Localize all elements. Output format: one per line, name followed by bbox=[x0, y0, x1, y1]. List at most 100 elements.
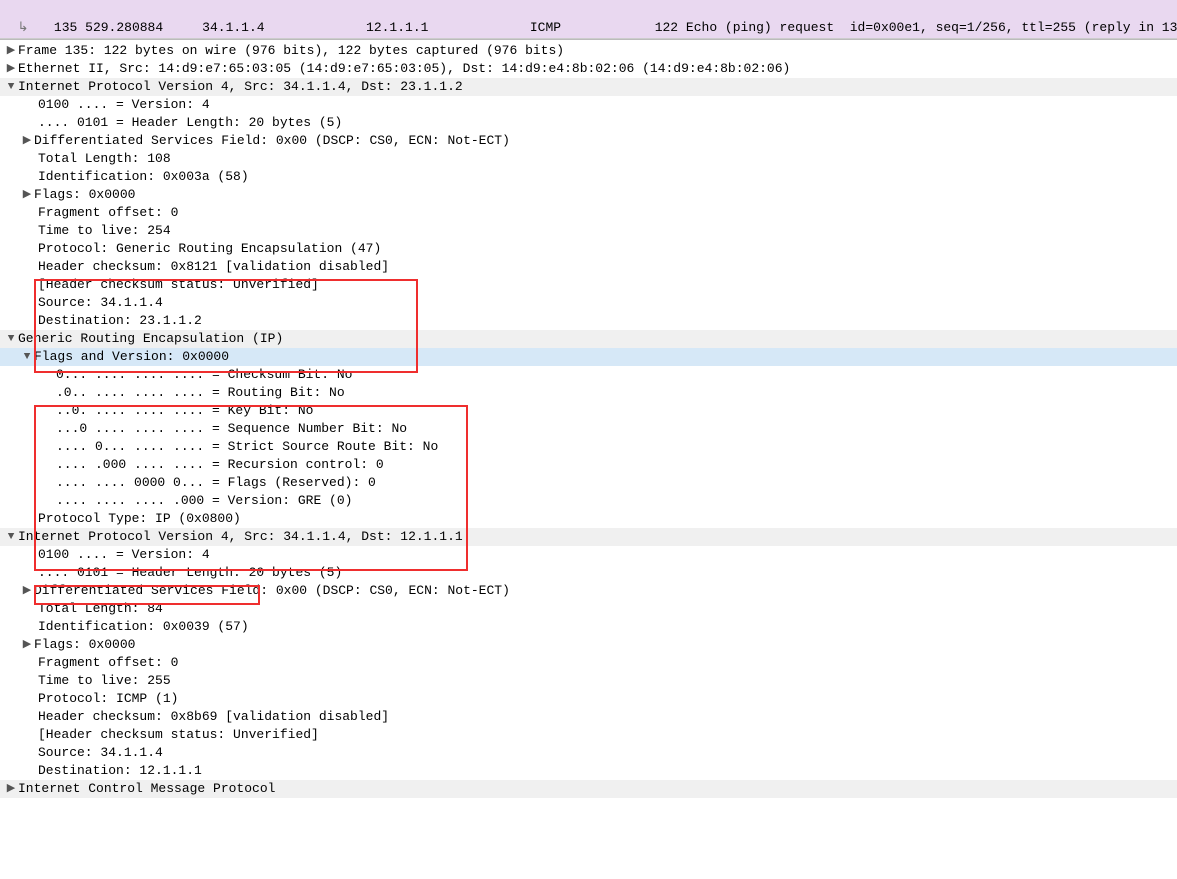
tree-row[interactable]: Time to live: 254 bbox=[0, 222, 1177, 240]
tree-row[interactable]: ▶ Flags: 0x0000 bbox=[0, 636, 1177, 654]
chevron-right-icon[interactable]: ▶ bbox=[20, 636, 34, 654]
field-value: Total Length: 84 bbox=[38, 600, 163, 618]
tree-row[interactable]: [Header checksum status: Unverified] bbox=[0, 726, 1177, 744]
frame-summary: Frame 135: 122 bytes on wire (976 bits),… bbox=[18, 42, 564, 60]
tree-row[interactable]: Fragment offset: 0 bbox=[0, 204, 1177, 222]
tree-row-gre-flags[interactable]: ▼ Flags and Version: 0x0000 bbox=[0, 348, 1177, 366]
tree-row[interactable]: .0.. .... .... .... = Routing Bit: No bbox=[0, 384, 1177, 402]
field-value: [Header checksum status: Unverified] bbox=[38, 276, 319, 294]
tree-row[interactable]: ...0 .... .... .... = Sequence Number Bi… bbox=[0, 420, 1177, 438]
field-value: Protocol Type: IP (0x0800) bbox=[38, 510, 241, 528]
field-value: 0100 .... = Version: 4 bbox=[38, 96, 210, 114]
chevron-right-icon[interactable]: ▶ bbox=[20, 132, 34, 150]
field-value: .... .000 .... .... = Recursion control:… bbox=[56, 456, 384, 474]
gre-flags-title: Flags and Version: 0x0000 bbox=[34, 348, 229, 366]
tree-row[interactable]: ..0. .... .... .... = Key Bit: No bbox=[0, 402, 1177, 420]
tree-row[interactable]: Protocol Type: IP (0x0800) bbox=[0, 510, 1177, 528]
tree-row[interactable]: [Header checksum status: Unverified] bbox=[0, 276, 1177, 294]
field-value: Destination: 23.1.1.2 bbox=[38, 312, 202, 330]
tree-row-icmp[interactable]: ▶ Internet Control Message Protocol bbox=[0, 780, 1177, 798]
tree-row[interactable]: .... .000 .... .... = Recursion control:… bbox=[0, 456, 1177, 474]
tree-row-gre[interactable]: ▼ Generic Routing Encapsulation (IP) bbox=[0, 330, 1177, 348]
chevron-right-icon[interactable]: ▶ bbox=[4, 780, 18, 798]
tree-row[interactable]: .... 0... .... .... = Strict Source Rout… bbox=[0, 438, 1177, 456]
tree-row[interactable]: Total Length: 108 bbox=[0, 150, 1177, 168]
tree-row[interactable]: 0... .... .... .... = Checksum Bit: No bbox=[0, 366, 1177, 384]
field-value: Fragment offset: 0 bbox=[38, 654, 178, 672]
tree-row-frame[interactable]: ▶ Frame 135: 122 bytes on wire (976 bits… bbox=[0, 42, 1177, 60]
tree-row-ip-inner[interactable]: ▼ Internet Protocol Version 4, Src: 34.1… bbox=[0, 528, 1177, 546]
tree-row[interactable]: ▶ Differentiated Services Field: 0x00 (D… bbox=[0, 132, 1177, 150]
field-value: Destination: 12.1.1.1 bbox=[38, 762, 202, 780]
tree-row[interactable]: Fragment offset: 0 bbox=[0, 654, 1177, 672]
field-value: Identification: 0x003a (58) bbox=[38, 168, 249, 186]
col-src: 34.1.1.4 bbox=[202, 20, 264, 35]
field-value: Protocol: Generic Routing Encapsulation … bbox=[38, 240, 381, 258]
field-value: Source: 34.1.1.4 bbox=[38, 294, 163, 312]
field-value: Differentiated Services Field: 0x00 (DSC… bbox=[34, 132, 510, 150]
chevron-right-icon[interactable]: ▶ bbox=[4, 42, 18, 60]
chevron-down-icon[interactable]: ▼ bbox=[20, 348, 34, 366]
field-value: Differentiated Services Field: 0x00 (DSC… bbox=[34, 582, 510, 600]
col-info: Echo (ping) request id=0x00e1, seq=1/256… bbox=[686, 20, 1177, 35]
tree-row[interactable]: Header checksum: 0x8b69 [validation disa… bbox=[0, 708, 1177, 726]
field-value: .... .... 0000 0... = Flags (Reserved): … bbox=[56, 474, 376, 492]
reply-arrow-icon: ↳ bbox=[18, 20, 29, 35]
tree-row[interactable]: Destination: 23.1.1.2 bbox=[0, 312, 1177, 330]
packet-details-pane: ▶ Frame 135: 122 bytes on wire (976 bits… bbox=[0, 39, 1177, 798]
ip-inner-title: Internet Protocol Version 4, Src: 34.1.1… bbox=[18, 528, 463, 546]
chevron-down-icon[interactable]: ▼ bbox=[4, 330, 18, 348]
tree-row[interactable]: Header checksum: 0x8121 [validation disa… bbox=[0, 258, 1177, 276]
tree-row-ethernet[interactable]: ▶ Ethernet II, Src: 14:d9:e7:65:03:05 (1… bbox=[0, 60, 1177, 78]
field-value: Flags: 0x0000 bbox=[34, 636, 135, 654]
tree-row[interactable]: ▶ Flags: 0x0000 bbox=[0, 186, 1177, 204]
chevron-down-icon[interactable]: ▼ bbox=[4, 78, 18, 96]
field-value: Source: 34.1.1.4 bbox=[38, 744, 163, 762]
chevron-right-icon[interactable]: ▶ bbox=[20, 582, 34, 600]
field-value: ..0. .... .... .... = Key Bit: No bbox=[56, 402, 313, 420]
gre-title: Generic Routing Encapsulation (IP) bbox=[18, 330, 283, 348]
field-value: Header checksum: 0x8b69 [validation disa… bbox=[38, 708, 389, 726]
tree-row[interactable]: .... .... .... .000 = Version: GRE (0) bbox=[0, 492, 1177, 510]
tree-row[interactable]: ▶ Differentiated Services Field: 0x00 (D… bbox=[0, 582, 1177, 600]
field-value: .0.. .... .... .... = Routing Bit: No bbox=[56, 384, 345, 402]
tree-row[interactable]: 0100 .... = Version: 4 bbox=[0, 96, 1177, 114]
field-value: 0100 .... = Version: 4 bbox=[38, 546, 210, 564]
field-value: Protocol: ICMP (1) bbox=[38, 690, 178, 708]
tree-row[interactable]: Identification: 0x003a (58) bbox=[0, 168, 1177, 186]
tree-row[interactable]: 0100 .... = Version: 4 bbox=[0, 546, 1177, 564]
col-time: 529.280884 bbox=[85, 20, 163, 35]
tree-row[interactable]: Source: 34.1.1.4 bbox=[0, 744, 1177, 762]
tree-row[interactable]: Protocol: ICMP (1) bbox=[0, 690, 1177, 708]
col-no: 135 bbox=[54, 20, 77, 35]
field-value: Total Length: 108 bbox=[38, 150, 171, 168]
tree-row[interactable]: .... .... 0000 0... = Flags (Reserved): … bbox=[0, 474, 1177, 492]
tree-row[interactable]: Protocol: Generic Routing Encapsulation … bbox=[0, 240, 1177, 258]
chevron-right-icon[interactable]: ▶ bbox=[20, 186, 34, 204]
field-value: Time to live: 255 bbox=[38, 672, 171, 690]
tree-row[interactable]: .... 0101 = Header Length: 20 bytes (5) bbox=[0, 564, 1177, 582]
tree-row[interactable]: .... 0101 = Header Length: 20 bytes (5) bbox=[0, 114, 1177, 132]
tree-row[interactable]: Time to live: 255 bbox=[0, 672, 1177, 690]
field-value: .... 0101 = Header Length: 20 bytes (5) bbox=[38, 564, 342, 582]
field-value: Identification: 0x0039 (57) bbox=[38, 618, 249, 636]
tree-row[interactable]: Source: 34.1.1.4 bbox=[0, 294, 1177, 312]
chevron-right-icon[interactable]: ▶ bbox=[4, 60, 18, 78]
tree-row[interactable]: Identification: 0x0039 (57) bbox=[0, 618, 1177, 636]
field-value: Flags: 0x0000 bbox=[34, 186, 135, 204]
col-protocol: ICMP bbox=[530, 20, 561, 35]
field-value: .... 0... .... .... = Strict Source Rout… bbox=[56, 438, 438, 456]
chevron-down-icon[interactable]: ▼ bbox=[4, 528, 18, 546]
eth-summary: Ethernet II, Src: 14:d9:e7:65:03:05 (14:… bbox=[18, 60, 790, 78]
tree-row-ip-outer[interactable]: ▼ Internet Protocol Version 4, Src: 34.1… bbox=[0, 78, 1177, 96]
field-value: 0... .... .... .... = Checksum Bit: No bbox=[56, 366, 352, 384]
tree-row[interactable]: Destination: 12.1.1.1 bbox=[0, 762, 1177, 780]
ip-outer-title: Internet Protocol Version 4, Src: 34.1.1… bbox=[18, 78, 463, 96]
col-length: 122 bbox=[655, 20, 678, 35]
field-value: [Header checksum status: Unverified] bbox=[38, 726, 319, 744]
col-dst: 12.1.1.1 bbox=[366, 20, 428, 35]
tree-row[interactable]: Total Length: 84 bbox=[0, 600, 1177, 618]
packet-list-row[interactable]: ↳ 135 529.280884 34.1.1.4 12.1.1.1 ICMP … bbox=[0, 0, 1177, 39]
icmp-title: Internet Control Message Protocol bbox=[18, 780, 275, 798]
field-value: ...0 .... .... .... = Sequence Number Bi… bbox=[56, 420, 407, 438]
